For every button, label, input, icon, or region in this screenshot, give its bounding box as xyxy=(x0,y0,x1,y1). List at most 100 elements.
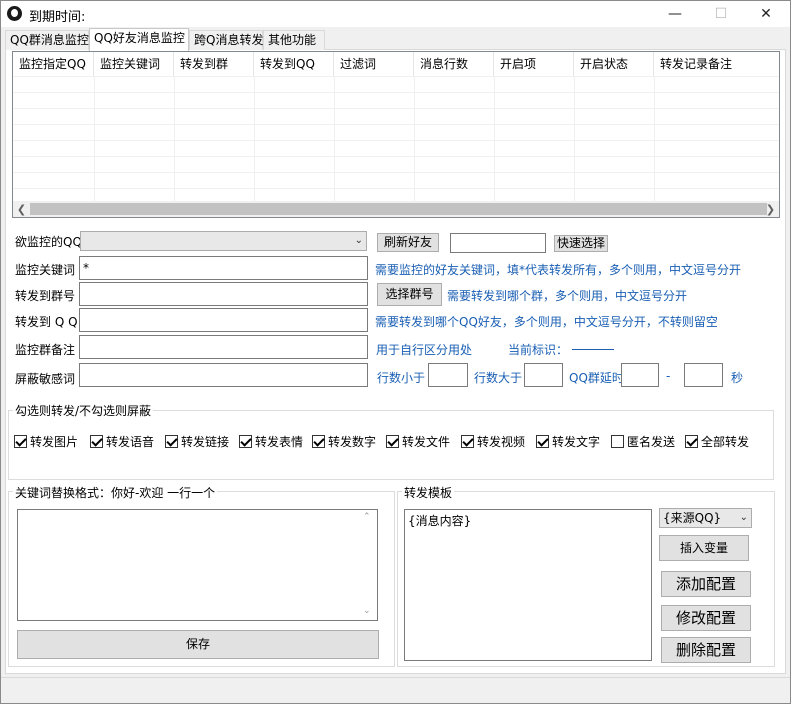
option-label: 转发图片 xyxy=(30,435,79,449)
modify-config-button[interactable]: 修改配置 xyxy=(661,605,751,631)
maximize-button: ☐ xyxy=(714,6,728,22)
keyword-label: 监控关键词 xyxy=(15,263,76,277)
refresh-friends-button[interactable]: 刷新好友 xyxy=(377,233,439,252)
option-label: 转发数字 xyxy=(328,435,377,449)
tab-cross-forward[interactable]: 跨Q消息转发 xyxy=(189,30,263,50)
status-bar xyxy=(1,677,790,703)
remark-label: 监控群备注 xyxy=(15,343,76,357)
monitor-qq-label: 欲监控的QQ xyxy=(15,235,82,249)
option-forward-file[interactable]: 转发文件 xyxy=(386,433,450,450)
checkbox-icon[interactable] xyxy=(685,435,698,448)
delete-config-button[interactable]: 删除配置 xyxy=(661,637,751,663)
column-header[interactable]: 转发到QQ xyxy=(254,52,334,76)
grid-line xyxy=(414,76,415,202)
tab-other-functions[interactable]: 其他功能 xyxy=(263,30,325,50)
scroll-left-icon[interactable]: ❮ xyxy=(13,201,30,217)
checkbox-icon[interactable] xyxy=(386,435,399,448)
column-header[interactable]: 转发到群 xyxy=(174,52,254,76)
keyword-replace-textarea[interactable] xyxy=(17,509,378,621)
grid-line xyxy=(94,76,95,202)
column-header[interactable]: 转发记录备注 xyxy=(654,52,779,76)
checkbox-icon[interactable] xyxy=(536,435,549,448)
lines-more-label: 行数大于 xyxy=(474,371,523,385)
checkbox-icon[interactable] xyxy=(611,435,624,448)
lines-less-input[interactable] xyxy=(428,363,468,387)
quick-select-button[interactable]: 快速选择 xyxy=(554,235,608,252)
grid-line xyxy=(13,172,779,173)
config-table[interactable]: 监控指定QQ 监控关键词 转发到群 转发到QQ 过滤词 消息行数 开启项 开启状… xyxy=(12,51,780,218)
current-mark-line xyxy=(572,349,614,350)
option-forward-all[interactable]: 全部转发 xyxy=(685,433,749,450)
column-header[interactable]: 监控关键词 xyxy=(94,52,174,76)
keyword-hint: 需要监控的好友关键词，填*代表转发所有，多个则用，中文逗号分开 xyxy=(375,263,742,277)
scroll-down-icon: ⌄ xyxy=(363,606,371,616)
grid-line xyxy=(334,76,335,202)
option-label: 转发表情 xyxy=(255,435,304,449)
window-title: 到期时间: xyxy=(29,10,86,25)
checkbox-icon[interactable] xyxy=(312,435,325,448)
delay-dash: - xyxy=(666,369,671,383)
remark-input[interactable] xyxy=(79,335,368,359)
select-group-button[interactable]: 选择群号 xyxy=(377,283,442,306)
chevron-down-icon: ⌄ xyxy=(354,235,363,246)
insert-variable-button[interactable]: 插入变量 xyxy=(659,535,749,561)
option-forward-link[interactable]: 转发链接 xyxy=(165,433,229,450)
lines-more-input[interactable] xyxy=(524,363,563,387)
checkbox-icon[interactable] xyxy=(461,435,474,448)
grid-line xyxy=(13,188,779,189)
checkbox-icon[interactable] xyxy=(90,435,103,448)
forward-qq-hint: 需要转发到哪个QQ好友，多个则用，中文逗号分开，不转则留空 xyxy=(375,315,718,329)
lines-less-label: 行数小于 xyxy=(377,371,426,385)
column-header[interactable]: 开启状态 xyxy=(574,52,654,76)
option-forward-emoji[interactable]: 转发表情 xyxy=(239,433,303,450)
chevron-down-icon: ⌄ xyxy=(739,512,748,523)
column-header[interactable]: 开启项 xyxy=(494,52,574,76)
option-forward-video[interactable]: 转发视频 xyxy=(461,433,525,450)
forward-group-label: 转发到群号 xyxy=(15,289,76,303)
option-label: 转发语音 xyxy=(106,435,155,449)
option-forward-text[interactable]: 转发文字 xyxy=(536,433,600,450)
column-header[interactable]: 过滤词 xyxy=(334,52,414,76)
app-icon xyxy=(7,6,22,21)
checkbox-icon[interactable] xyxy=(239,435,252,448)
column-header[interactable]: 消息行数 xyxy=(414,52,494,76)
close-button[interactable]: ✕ xyxy=(743,1,789,27)
grid-line xyxy=(13,92,779,93)
grid-line xyxy=(494,76,495,202)
grid-line xyxy=(13,140,779,141)
delay-from-input[interactable] xyxy=(621,363,659,387)
checkbox-icon[interactable] xyxy=(14,435,27,448)
option-forward-voice[interactable]: 转发语音 xyxy=(90,433,154,450)
filter-input[interactable] xyxy=(79,363,368,387)
filter-label: 屏蔽敏感词 xyxy=(15,372,76,386)
minimize-button[interactable]: — xyxy=(652,1,698,27)
option-forward-number[interactable]: 转发数字 xyxy=(312,433,376,450)
add-config-button[interactable]: 添加配置 xyxy=(661,571,751,597)
variable-select[interactable]: {来源QQ} ⌄ xyxy=(659,508,752,528)
delay-to-input[interactable] xyxy=(684,363,723,387)
remark-hint: 用于自行区分用处 xyxy=(376,343,473,357)
scrollbar-thumb[interactable] xyxy=(30,203,767,215)
horizontal-scrollbar[interactable]: ❮ ❯ xyxy=(13,201,779,217)
option-forward-image[interactable]: 转发图片 xyxy=(14,433,78,450)
column-header[interactable]: 监控指定QQ xyxy=(13,52,94,76)
option-label: 转发链接 xyxy=(181,435,230,449)
forward-qq-input[interactable] xyxy=(79,308,368,332)
grid-line xyxy=(574,76,575,202)
variable-select-value: {来源QQ} xyxy=(663,511,722,525)
tab-friend-monitor[interactable]: QQ好友消息监控 xyxy=(89,28,189,51)
keyword-input[interactable]: * xyxy=(79,256,368,280)
monitor-qq-select[interactable]: ⌄ xyxy=(80,231,367,251)
option-anonymous[interactable]: 匿名发送 xyxy=(611,433,675,450)
quick-select-input[interactable] xyxy=(450,233,546,253)
save-button[interactable]: 保存 xyxy=(17,630,379,659)
scroll-right-icon[interactable]: ❯ xyxy=(762,201,779,217)
tab-group-monitor[interactable]: QQ群消息监控 xyxy=(5,30,89,50)
grid-line xyxy=(13,124,779,125)
template-title: 转发模板 xyxy=(402,484,455,501)
checkbox-icon[interactable] xyxy=(165,435,178,448)
forward-group-input[interactable] xyxy=(79,282,368,306)
option-label: 匿名发送 xyxy=(627,435,676,449)
title-bar: 到期时间: — ☐ ✕ xyxy=(1,1,790,27)
template-textarea[interactable]: {消息内容} xyxy=(404,509,652,661)
